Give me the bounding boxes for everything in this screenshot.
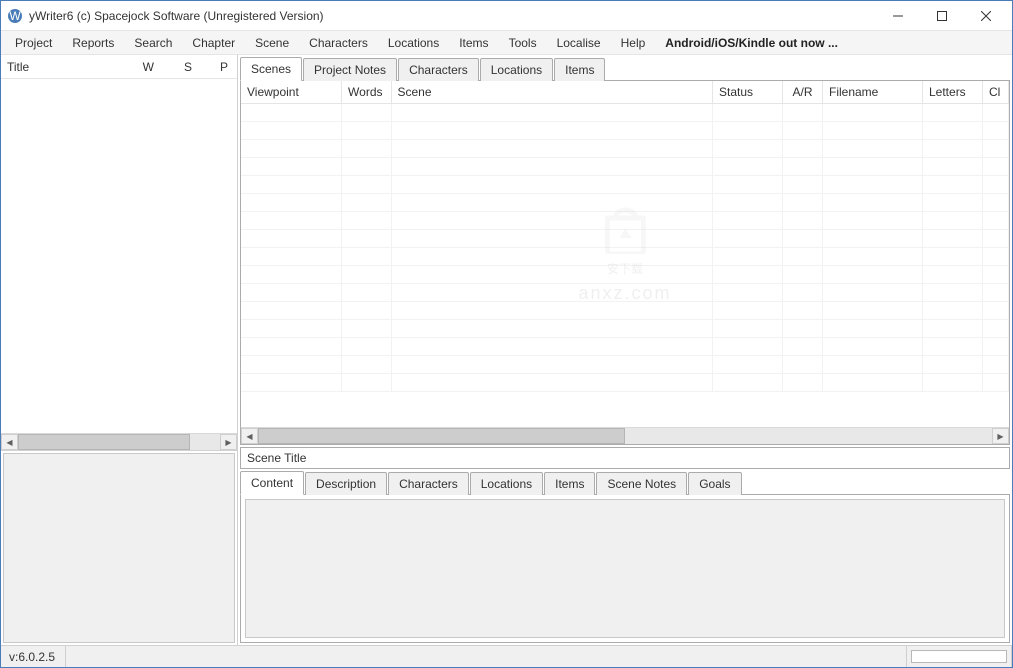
content-editor[interactable] — [245, 499, 1005, 638]
table-row[interactable] — [241, 230, 1009, 248]
status-spacer — [66, 646, 907, 667]
tab-locations[interactable]: Locations — [480, 58, 553, 81]
chapter-header-p[interactable]: P — [199, 56, 237, 78]
menu-help[interactable]: Help — [611, 32, 656, 54]
tab-scene-notes[interactable]: Scene Notes — [596, 472, 687, 495]
top-tabs: Scenes Project Notes Characters Location… — [240, 57, 1010, 81]
menu-characters[interactable]: Characters — [299, 32, 378, 54]
scene-grid-body[interactable] — [241, 104, 1009, 392]
status-progress-bar — [911, 650, 1007, 663]
menubar: Project Reports Search Chapter Scene Cha… — [1, 31, 1012, 55]
menu-items[interactable]: Items — [449, 32, 498, 54]
table-row[interactable] — [241, 374, 1009, 392]
window-controls — [876, 1, 1008, 30]
table-row[interactable] — [241, 356, 1009, 374]
table-row[interactable] — [241, 212, 1009, 230]
chapter-header-title[interactable]: Title — [1, 56, 123, 78]
app-icon: W — [7, 8, 23, 24]
scene-col-scene[interactable]: Scene — [391, 81, 713, 104]
scene-col-letters[interactable]: Letters — [923, 81, 983, 104]
scene-title-readonly: Scene Title — [240, 447, 1010, 469]
table-row[interactable] — [241, 284, 1009, 302]
table-row[interactable] — [241, 140, 1009, 158]
tab-content[interactable]: Content — [240, 471, 304, 495]
left-panel: Title W S P ◀ ▶ — [1, 55, 238, 645]
chapter-header-w[interactable]: W — [123, 56, 161, 78]
tab-goals[interactable]: Goals — [688, 472, 741, 495]
table-row[interactable] — [241, 320, 1009, 338]
chapter-hscroll-left[interactable]: ◀ — [1, 434, 18, 450]
menu-scene[interactable]: Scene — [245, 32, 299, 54]
table-row[interactable] — [241, 104, 1009, 122]
tab-scenes[interactable]: Scenes — [240, 57, 302, 81]
close-button[interactable] — [964, 1, 1008, 30]
scene-hscrollbar[interactable]: ◀ ▶ — [241, 427, 1009, 444]
scene-col-cl[interactable]: Cl — [983, 81, 1009, 104]
minimize-button[interactable] — [876, 1, 920, 30]
scene-hscroll-track[interactable] — [258, 428, 992, 444]
menu-chapter[interactable]: Chapter — [182, 32, 245, 54]
table-row[interactable] — [241, 176, 1009, 194]
menu-locations[interactable]: Locations — [378, 32, 449, 54]
statusbar: v:6.0.2.5 — [1, 645, 1012, 667]
tab-characters[interactable]: Characters — [398, 58, 479, 81]
table-row[interactable] — [241, 122, 1009, 140]
status-version: v:6.0.2.5 — [1, 646, 66, 667]
scene-grid[interactable]: Viewpoint Words Scene Status A/R Filenam… — [241, 81, 1009, 427]
window-title: yWriter6 (c) Spacejock Software (Unregis… — [29, 9, 876, 23]
chapter-list-body[interactable] — [1, 79, 237, 433]
menu-tools[interactable]: Tools — [499, 32, 547, 54]
status-progress-cell — [907, 646, 1012, 667]
scene-col-ar[interactable]: A/R — [783, 81, 823, 104]
svg-text:W: W — [9, 9, 21, 23]
tab-characters-b[interactable]: Characters — [388, 472, 469, 495]
scene-hscroll-right[interactable]: ▶ — [992, 428, 1009, 444]
menu-search[interactable]: Search — [124, 32, 182, 54]
table-row[interactable] — [241, 194, 1009, 212]
scene-grid-wrap: Viewpoint Words Scene Status A/R Filenam… — [240, 81, 1010, 445]
scene-hscroll-thumb[interactable] — [258, 428, 625, 444]
bottom-tabs: Content Description Characters Locations… — [240, 471, 1010, 495]
titlebar: W yWriter6 (c) Spacejock Software (Unreg… — [1, 1, 1012, 31]
chapter-hscrollbar[interactable]: ◀ ▶ — [1, 433, 237, 450]
tab-items-b[interactable]: Items — [544, 472, 595, 495]
chapter-header: Title W S P — [1, 55, 237, 79]
maximize-button[interactable] — [920, 1, 964, 30]
scene-col-viewpoint[interactable]: Viewpoint — [241, 81, 341, 104]
content-area — [240, 495, 1010, 643]
table-row[interactable] — [241, 266, 1009, 284]
scene-col-filename[interactable]: Filename — [823, 81, 923, 104]
scene-hscroll-left[interactable]: ◀ — [241, 428, 258, 444]
menu-project[interactable]: Project — [5, 32, 62, 54]
chapter-detail-panel — [3, 453, 235, 643]
tab-locations-b[interactable]: Locations — [470, 472, 543, 495]
menu-promo[interactable]: Android/iOS/Kindle out now ... — [655, 32, 848, 54]
right-panel: Scenes Project Notes Characters Location… — [238, 55, 1012, 645]
menu-reports[interactable]: Reports — [62, 32, 124, 54]
table-row[interactable] — [241, 248, 1009, 266]
table-row[interactable] — [241, 338, 1009, 356]
scene-col-words[interactable]: Words — [341, 81, 391, 104]
chapter-header-s[interactable]: S — [161, 56, 199, 78]
tab-items[interactable]: Items — [554, 58, 605, 81]
menu-localise[interactable]: Localise — [547, 32, 611, 54]
table-row[interactable] — [241, 302, 1009, 320]
chapter-list: Title W S P ◀ ▶ — [1, 55, 237, 451]
chapter-hscroll-right[interactable]: ▶ — [220, 434, 237, 450]
chapter-hscroll-thumb[interactable] — [18, 434, 190, 450]
content-row: Title W S P ◀ ▶ Scenes Project Notes Cha… — [1, 55, 1012, 645]
table-row[interactable] — [241, 158, 1009, 176]
tab-description[interactable]: Description — [305, 472, 387, 495]
scene-col-status[interactable]: Status — [713, 81, 783, 104]
tab-project-notes[interactable]: Project Notes — [303, 58, 397, 81]
chapter-hscroll-track[interactable] — [18, 434, 220, 450]
